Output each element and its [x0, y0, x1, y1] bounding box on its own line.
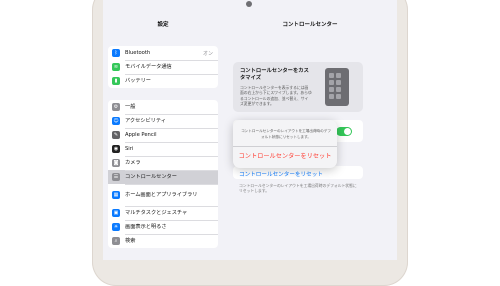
popover-message: コントロールセンターのレイアウトを工場出荷時のデフォルト状態にリセットします。 — [241, 129, 331, 139]
front-camera — [246, 1, 252, 7]
sidebar-group-general: ⚙ 一般 ☺ アクセシビリティ ✎ Apple Pencil ◉ Siri ◙ カメラ ☰ コントロー… — [108, 100, 218, 248]
sidebar-item[interactable]: ✎ Apple Pencil — [108, 128, 218, 142]
sidebar-item-label: 検索 — [125, 238, 136, 244]
search-icon: ⌕ — [112, 237, 120, 245]
sidebar-item-label: アクセシビリティ — [125, 118, 166, 124]
brightness-icon: ☀ — [112, 223, 120, 231]
sidebar-item[interactable]: ᛒ Bluetooth オン — [108, 46, 218, 60]
detail-title: コントロールセンター — [282, 22, 338, 28]
sidebar-item-label: Siri — [125, 146, 134, 152]
sidebar-item[interactable]: ≋ モバイルデータ通信 — [108, 60, 218, 74]
sidebar-item-label: コントロールセンター — [125, 174, 177, 180]
customize-card-title: コントロールセンターをカスタマイズ — [240, 68, 309, 81]
sidebar-item-value: オン — [202, 50, 213, 57]
sidebar-item-label: バッテリー — [125, 78, 151, 84]
sidebar-item[interactable]: ◙ カメラ — [108, 156, 218, 170]
antenna-icon: ≋ — [112, 63, 120, 71]
sidebar-item-label: Apple Pencil — [125, 132, 157, 138]
battery-icon: ▮ — [112, 77, 120, 85]
camera-icon: ◙ — [112, 159, 120, 167]
sidebar-item[interactable]: ☰ コントロールセンター — [108, 170, 218, 184]
sidebar-item[interactable]: ⌕ 検索 — [108, 234, 218, 248]
sidebar-item[interactable]: ▦ ホーム画面とアプリライブラリ — [108, 184, 218, 206]
sidebar-item[interactable]: ◉ Siri — [108, 142, 218, 156]
sidebar-item-label: ホーム画面とアプリライブラリ — [125, 192, 198, 198]
sidebar-item-label: モバイルデータ通信 — [125, 64, 172, 70]
popover-divider — [233, 146, 337, 147]
customize-card-description: コントロールセンターを表示するには画面の右上から下にスワイプします。あらゆるコン… — [240, 85, 312, 106]
pencil-icon: ✎ — [112, 131, 120, 139]
ipad-screen: 10:41 6月5日(月) ◠ 100% 設定 ᛒBluetoothオン≋モバイ… — [103, 0, 397, 260]
sidebar-group-connectivity: ᛒ Bluetooth オン ≋ モバイルデータ通信 ▮ バッテリー — [108, 46, 218, 88]
sidebar-item[interactable]: ☀ 画面表示と明るさ — [108, 220, 218, 234]
sidebar-item-label: 画面表示と明るさ — [125, 224, 167, 230]
sidebar-item[interactable]: ☺ アクセシビリティ — [108, 114, 218, 128]
toggle-switch[interactable] — [336, 127, 352, 136]
sidebar-item-label: カメラ — [125, 160, 141, 166]
sidebar-item-label: Bluetooth — [125, 50, 151, 56]
multitasking-icon: ▣ — [112, 209, 120, 217]
customize-card[interactable]: コントロールセンターをカスタマイズ コントロールセンターを表示するには画面の右上… — [233, 62, 363, 112]
sidebar-item-label: 一般 — [125, 104, 136, 110]
accessibility-icon: ☺ — [112, 117, 120, 125]
home-screen-icon: ▦ — [112, 191, 120, 199]
reset-control-center-link[interactable]: コントロールセンターをリセット — [239, 170, 323, 178]
settings-sidebar: 設定 ᛒ Bluetooth オン ≋ モバイルデータ通信 ▮ バッテリー ⚙ 一般 ☺ アクセシ… — [103, 0, 223, 260]
sidebar-item[interactable]: ▣ マルチタスクとジェスチャ — [108, 206, 218, 220]
reset-confirmation-popover: コントロールセンターのレイアウトを工場出荷時のデフォルト状態にリセットします。 … — [233, 120, 337, 168]
siri-icon: ◉ — [112, 145, 120, 153]
control-center-icon: ☰ — [112, 173, 120, 181]
control-center-preview — [325, 68, 349, 106]
sidebar-item[interactable]: ⚙ 一般 — [108, 100, 218, 114]
sidebar-item-label: マルチタスクとジェスチャ — [125, 210, 188, 216]
reset-description: コントロールセンターのレイアウトを工場出荷時のデフォルト状態にリセットします。 — [239, 183, 357, 194]
bluetooth-icon: ᛒ — [112, 49, 120, 57]
sidebar-item[interactable]: ▮ バッテリー — [108, 74, 218, 88]
gear-icon: ⚙ — [112, 103, 120, 111]
confirm-reset-button[interactable]: コントロールセンターをリセット — [233, 151, 337, 160]
sidebar-title: 設定 — [157, 22, 169, 28]
